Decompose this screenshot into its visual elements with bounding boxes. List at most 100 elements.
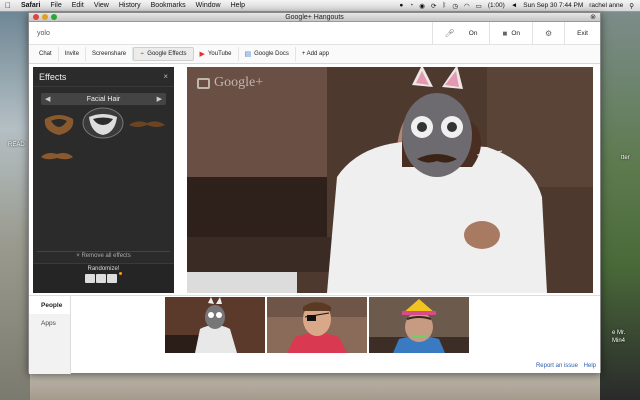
effects-header: Effects × (33, 67, 174, 87)
handlebar-mustache-icon[interactable] (127, 117, 167, 131)
tab-apps[interactable]: Apps (29, 314, 70, 332)
random-effect-icon-1 (85, 274, 95, 283)
category-next-icon[interactable]: ▶ (157, 95, 162, 103)
exit-label: Exit (577, 29, 588, 37)
app-toolbar: Chat Invite Screenshare ◓ Google Effects… (29, 45, 600, 64)
desktop-label-right[interactable]: tter (621, 155, 630, 161)
mac-menubar:  Safari File Edit View History Bookmark… (0, 0, 640, 12)
hangout-window: Google+ Hangouts ⊗ yolo 🎤︎ On ■ On ⚙ Exi… (28, 12, 601, 374)
participant-thumbnail-3[interactable] (369, 297, 469, 353)
toolbar-add-app-button[interactable]: + Add app (296, 47, 335, 61)
randomize-button[interactable] (33, 272, 174, 283)
menu-view[interactable]: View (89, 2, 114, 9)
participants-strip: People Apps Report an issue Help (29, 295, 600, 374)
toolbar-add-app-label: + Add app (301, 51, 330, 57)
sync-icon[interactable]: ⟳ (431, 2, 436, 10)
mic-toggle[interactable]: 🎤︎ On (431, 22, 490, 44)
toolbar-youtube-label: YouTube (207, 51, 232, 57)
hangout-main: Effects × ◀ Facial Hair ▶ × Remove all e… (29, 65, 600, 293)
hangout-bubble-icon (197, 77, 210, 89)
status-icon-1[interactable]: ● (399, 2, 403, 9)
mic-state: On (468, 29, 478, 37)
spotlight-icon[interactable]: ⚲ (629, 2, 634, 10)
desktop-bottom-edge (30, 372, 600, 400)
gear-icon: ⚙ (544, 28, 553, 38)
window-titlebar[interactable]: Google+ Hangouts ⊗ (29, 13, 600, 22)
wifi-icon[interactable]: ◠ (464, 2, 470, 10)
google-plus-logo: Google+ (197, 75, 263, 91)
status-icon-3[interactable]: ◉ (419, 2, 425, 10)
battery-time[interactable]: (1:00) (488, 2, 505, 9)
random-effect-icon-2 (96, 274, 106, 283)
help-link[interactable]: Help (584, 363, 596, 369)
toolbar-screenshare-label: Screenshare (92, 51, 127, 57)
camera-state: On (511, 29, 520, 37)
toolbar-screenshare-button[interactable]: Screenshare (86, 47, 134, 61)
effects-mask-icon: ◓ (140, 50, 145, 58)
video-scene (187, 67, 593, 293)
desktop-label-ready[interactable]: READ (8, 142, 25, 148)
desktop-label-right-3[interactable]: Min4 (612, 338, 625, 344)
participant-thumbnails (165, 297, 469, 353)
bluetooth-icon[interactable]: ᛒ (442, 2, 446, 9)
participant-thumbnail-1[interactable] (165, 297, 265, 353)
menu-file[interactable]: File (45, 2, 66, 9)
menu-history[interactable]: History (114, 2, 146, 9)
status-icon-2[interactable]: ◔ (409, 2, 413, 9)
random-dot-icon (119, 272, 122, 275)
hangout-header: yolo 🎤︎ On ■ On ⚙ Exit (29, 22, 600, 45)
remove-all-effects-link[interactable]: × Remove all effects (33, 253, 174, 259)
effects-panel: Effects × ◀ Facial Hair ▶ × Remove all e… (33, 67, 174, 293)
hangout-topic[interactable]: yolo (37, 30, 432, 37)
beard-effect-icon[interactable] (39, 113, 79, 137)
menubar-user[interactable]: rachel anne (589, 2, 623, 9)
category-prev-icon[interactable]: ◀ (45, 95, 50, 103)
toolbar-youtube-button[interactable]: ▶ YouTube (194, 47, 239, 61)
camera-toggle[interactable]: ■ On (489, 22, 532, 44)
menubar-clock[interactable]: Sun Sep 30 7:44 PM (523, 2, 583, 9)
menu-safari[interactable]: Safari (16, 2, 45, 9)
toolbar-chat-button[interactable]: Chat (33, 47, 59, 61)
report-links: Report an issue Help (532, 363, 596, 369)
effects-title: Effects (39, 71, 67, 82)
battery-icon[interactable]: ▭ (476, 2, 482, 10)
docs-icon: ▤ (244, 51, 252, 58)
effects-category-picker: ◀ Facial Hair ▶ (41, 93, 166, 105)
report-issue-link[interactable]: Report an issue (536, 363, 578, 369)
goatee-effect-icon-selected[interactable] (81, 107, 125, 139)
mustache-effect-icon[interactable] (39, 149, 75, 163)
window-fullscreen-icon[interactable]: ⊗ (590, 13, 596, 21)
youtube-icon: ▶ (199, 51, 205, 58)
toolbar-docs-label: Google Docs (254, 51, 289, 57)
toolbar-docs-button[interactable]: ▤ Google Docs (239, 47, 296, 61)
desktop-label-right-2[interactable]: e Mr. (612, 330, 625, 336)
microphone-icon: 🎤︎ (444, 28, 455, 38)
toolbar-effects-button[interactable]: ◓ Google Effects (133, 47, 194, 61)
toolbar-chat-label: Chat (39, 51, 52, 57)
exit-button[interactable]: Exit (564, 22, 600, 44)
google-plus-logo-text: Google+ (214, 75, 264, 90)
apple-menu-icon[interactable]:  (0, 1, 16, 10)
randomize-area: Randomize! (33, 263, 174, 293)
side-tabs: People Apps (29, 296, 71, 374)
window-title: Google+ Hangouts (285, 13, 344, 21)
menu-help[interactable]: Help (226, 2, 250, 9)
randomize-label[interactable]: Randomize! (33, 266, 174, 272)
random-effect-icon-3 (107, 274, 117, 283)
settings-button[interactable]: ⚙ (531, 22, 564, 44)
volume-icon[interactable]: ◄ (511, 2, 517, 9)
menu-edit[interactable]: Edit (67, 2, 89, 9)
toolbar-invite-label: Invite (64, 51, 80, 57)
menu-bookmarks[interactable]: Bookmarks (146, 2, 191, 9)
tab-people[interactable]: People (29, 296, 70, 314)
effects-close-icon[interactable]: × (163, 72, 168, 81)
participant-thumbnail-2[interactable] (267, 297, 367, 353)
menu-window[interactable]: Window (191, 2, 226, 9)
camera-icon: ■ (502, 28, 508, 38)
effects-category: Facial Hair (86, 95, 121, 103)
toolbar-invite-button[interactable]: Invite (59, 47, 87, 61)
time-machine-icon[interactable]: ◷ (452, 2, 458, 10)
main-video-feed[interactable]: Google+ (187, 67, 593, 293)
effects-divider (37, 251, 170, 252)
toolbar-effects-label: Google Effects (147, 51, 187, 57)
